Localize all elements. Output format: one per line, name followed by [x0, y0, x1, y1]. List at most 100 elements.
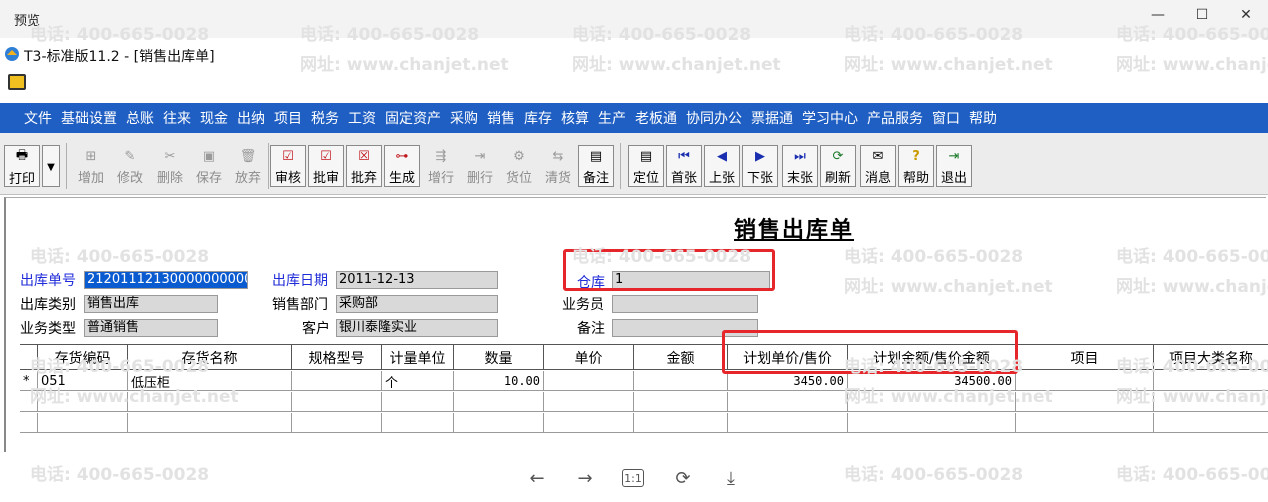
detail-grid: 存货编码 存货名称 规格型号 计量单位 数量 单价 金额 计划单价/售价 计划金… — [20, 344, 1268, 448]
warehouse-highlight-box — [563, 249, 775, 291]
grid-header-cell[interactable]: 项目大类名称 — [1154, 345, 1268, 370]
table-row[interactable]: * 051 低压柜 个 10.00 3450.00 34500.00 — [20, 371, 1268, 391]
menu-item[interactable]: 窗口 — [932, 108, 960, 128]
actual-size-button[interactable]: 1:1 — [622, 469, 644, 487]
batch-audit-button[interactable]: ☑ 批审 — [308, 145, 344, 187]
refresh-button[interactable]: ⟳ 刷新 — [820, 145, 856, 187]
item-name-cell[interactable]: 低压柜 — [128, 371, 292, 391]
project-category-cell[interactable] — [1154, 371, 1268, 391]
grid-header-cell[interactable]: 金额 — [634, 345, 728, 370]
menu-item[interactable]: 核算 — [561, 108, 589, 128]
out-date-field[interactable]: 2011-12-13 — [336, 271, 498, 289]
grid-header-cell[interactable]: 存货编码 — [38, 345, 128, 370]
next-button[interactable]: ▶ 下张 — [742, 145, 778, 187]
next-icon: ▶ — [755, 149, 765, 164]
print-dropdown-button[interactable]: ▼ — [42, 145, 60, 187]
discard-button[interactable]: 🗑 放弃 — [230, 145, 266, 187]
menu-item[interactable]: 基础设置 — [61, 108, 117, 128]
menu-item[interactable]: 帮助 — [969, 108, 997, 128]
menu-item[interactable]: 老板通 — [635, 108, 677, 128]
add-row-button[interactable]: ⇶ 增行 — [423, 145, 459, 187]
menu-item[interactable]: 总账 — [126, 108, 154, 128]
exit-icon: ⇥ — [948, 149, 960, 164]
maximize-button[interactable]: ☐ — [1188, 4, 1216, 26]
print-button[interactable]: 🖶 打印 — [4, 145, 40, 187]
rotate-button[interactable]: ⟳ — [670, 466, 696, 490]
trash-icon: 🗑 — [239, 149, 257, 164]
download-button[interactable]: ⤓ — [718, 466, 744, 490]
sales-dept-field[interactable]: 采购部 — [336, 295, 498, 313]
minimize-button[interactable]: — — [1144, 4, 1172, 26]
edit-icon: ✎ — [124, 149, 136, 164]
remark-button[interactable]: ▤ 备注 — [578, 145, 614, 187]
batch-discard-button[interactable]: ☒ 批弃 — [346, 145, 382, 187]
project-cell[interactable] — [1016, 371, 1154, 391]
next-image-button[interactable]: → — [572, 466, 598, 490]
unit-price-cell[interactable] — [544, 371, 634, 391]
locate-button[interactable]: ▤ 定位 — [628, 145, 664, 187]
spec-cell[interactable] — [292, 371, 382, 391]
menu-item[interactable]: 税务 — [311, 108, 339, 128]
menu-item[interactable]: 文件 — [24, 108, 52, 128]
help-button[interactable]: ? 帮助 — [898, 145, 934, 187]
exit-button[interactable]: ⇥ 退出 — [936, 145, 972, 187]
menu-item[interactable]: 协同办公 — [686, 108, 742, 128]
grid-header-cell[interactable]: 数量 — [454, 345, 544, 370]
grid-header-cell[interactable]: 存货名称 — [128, 345, 292, 370]
previous-button[interactable]: ◀ 上张 — [704, 145, 740, 187]
table-row[interactable] — [20, 392, 1268, 412]
plan-amount-cell[interactable]: 34500.00 — [848, 371, 1016, 391]
location-button[interactable]: ⚙ 货位 — [501, 145, 537, 187]
biz-type-field[interactable]: 普通销售 — [84, 319, 218, 337]
delete-button[interactable]: ✂ 删除 — [152, 145, 188, 187]
edit-button[interactable]: ✎ 修改 — [112, 145, 148, 187]
item-code-cell[interactable]: 051 — [38, 371, 128, 391]
menu-item[interactable]: 固定资产 — [385, 108, 441, 128]
save-button[interactable]: ▣ 保存 — [191, 145, 227, 187]
audit-button[interactable]: ☑ 审核 — [270, 145, 306, 187]
last-button[interactable]: ⏭ 末张 — [782, 145, 818, 187]
customer-field[interactable]: 银川泰隆实业 — [336, 319, 498, 337]
grid-header-cell[interactable]: 单价 — [544, 345, 634, 370]
menu-item[interactable]: 学习中心 — [802, 108, 858, 128]
delete-row-button[interactable]: ⇥ 删行 — [462, 145, 498, 187]
menu-item[interactable]: 采购 — [450, 108, 478, 128]
close-button[interactable]: ✕ — [1232, 4, 1260, 26]
batch-audit-icon: ☑ — [320, 149, 332, 164]
menu-item[interactable]: 工资 — [348, 108, 376, 128]
amount-cell[interactable] — [634, 371, 728, 391]
menu-item[interactable]: 往来 — [163, 108, 191, 128]
unit-cell[interactable]: 个 — [382, 371, 454, 391]
salesperson-field[interactable] — [612, 295, 758, 313]
menu-item[interactable]: 出纳 — [237, 108, 265, 128]
grid-header-cell[interactable] — [20, 345, 38, 370]
table-row[interactable] — [20, 413, 1268, 433]
app-title: T3-标准版11.2 - [销售出库单] — [24, 49, 215, 65]
out-type-label: 出库类别 — [20, 297, 76, 313]
refresh-icon: ⟳ — [832, 149, 844, 164]
message-button[interactable]: ✉ 消息 — [860, 145, 896, 187]
document-icon[interactable] — [8, 74, 26, 90]
menu-item[interactable]: 生产 — [598, 108, 626, 128]
last-page-icon: ⏭ — [794, 149, 806, 164]
help-icon: ? — [912, 149, 920, 164]
out-type-field[interactable]: 销售出库 — [84, 295, 218, 313]
plan-price-cell[interactable]: 3450.00 — [728, 371, 848, 391]
menu-item[interactable]: 项目 — [274, 108, 302, 128]
grid-header-cell[interactable]: 计量单位 — [382, 345, 454, 370]
grid-header-cell[interactable]: 规格型号 — [292, 345, 382, 370]
menu-item[interactable]: 销售 — [487, 108, 515, 128]
menu-item[interactable]: 产品服务 — [867, 108, 923, 128]
add-button[interactable]: ⊞ 增加 — [73, 145, 109, 187]
first-button[interactable]: ⏮ 首张 — [666, 145, 702, 187]
grid-header-cell[interactable]: 项目 — [1016, 345, 1154, 370]
quantity-cell[interactable]: 10.00 — [454, 371, 544, 391]
clear-goods-button[interactable]: ⇆ 清货 — [540, 145, 576, 187]
menu-item[interactable]: 票据通 — [751, 108, 793, 128]
out-no-field[interactable]: 212011121300000000001 — [84, 271, 248, 289]
menu-item[interactable]: 现金 — [200, 108, 228, 128]
generate-button[interactable]: ⊶ 生成 — [384, 145, 420, 187]
prev-image-button[interactable]: ← — [524, 466, 550, 490]
floppy-icon: ▣ — [202, 149, 216, 164]
menu-item[interactable]: 库存 — [524, 108, 552, 128]
